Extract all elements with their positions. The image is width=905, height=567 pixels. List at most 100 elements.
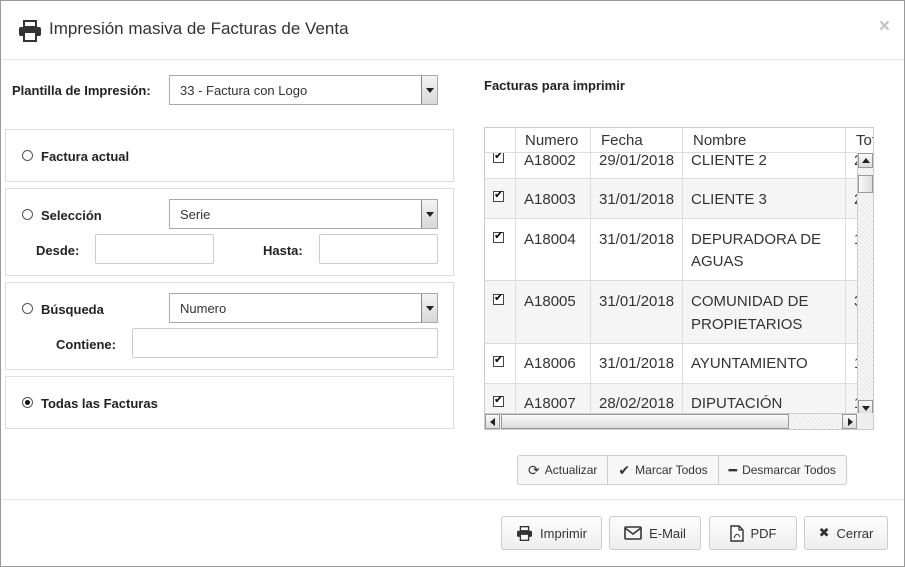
envelope-icon xyxy=(624,526,642,540)
cell-fecha: 31/01/2018 xyxy=(599,191,675,208)
cell-nombre: COMUNIDAD DE xyxy=(691,293,809,310)
plantilla-select[interactable]: 33 - Factura con Logo xyxy=(169,75,438,105)
cell-fecha: 31/01/2018 xyxy=(599,231,675,248)
chevron-down-icon xyxy=(421,294,437,322)
row-checkbox[interactable] xyxy=(493,153,504,163)
cell-nombre: PROPIETARIOS xyxy=(691,316,803,333)
todas-label: Todas las Facturas xyxy=(41,396,158,411)
cerrar-button[interactable]: ✖ Cerrar xyxy=(804,516,888,550)
desmarcar-label: Desmarcar Todos xyxy=(742,463,836,477)
grid-header: Numero Fecha Nombre Tot xyxy=(485,128,873,153)
busqueda-select-value: Numero xyxy=(180,301,227,316)
radio-busqueda[interactable] xyxy=(22,303,33,314)
cell-numero: A18007 xyxy=(524,395,576,412)
hasta-label: Hasta: xyxy=(263,243,303,258)
actualizar-label: Actualizar xyxy=(544,463,598,477)
scrollbar-thumb[interactable] xyxy=(858,175,873,193)
radio-seleccion[interactable] xyxy=(22,209,33,220)
dialog-header: Impresión masiva de Facturas de Venta × xyxy=(1,1,904,60)
cell-fecha: 31/01/2018 xyxy=(599,355,675,372)
scroll-left-button[interactable] xyxy=(485,414,500,429)
close-icon[interactable]: × xyxy=(879,17,890,36)
table-row[interactable]: A18004 31/01/2018 DEPURADORA DE AGUAS 1 xyxy=(485,219,857,281)
vertical-scrollbar[interactable] xyxy=(857,153,873,415)
cell-nombre: AYUNTAMIENTO xyxy=(691,355,808,372)
busqueda-label: Búsqueda xyxy=(41,302,104,317)
header-checkbox-col xyxy=(485,128,516,153)
imprimir-label: Imprimir xyxy=(540,525,587,541)
cell-numero: A18006 xyxy=(524,355,576,372)
cell-numero: A18003 xyxy=(524,191,576,208)
desde-label: Desde: xyxy=(36,243,80,258)
cell-nombre: CLIENTE 3 xyxy=(691,191,767,208)
cell-numero: A18004 xyxy=(524,231,576,248)
cell-nombre: DEPURADORA DE xyxy=(691,231,822,248)
actualizar-button[interactable]: ⟳ Actualizar xyxy=(518,456,609,484)
cell-nombre: DIPUTACIÓN xyxy=(691,395,783,412)
grid-actions: ⟳ Actualizar ✔ Marcar Todos ━ Desmarcar … xyxy=(517,455,847,485)
scroll-up-button[interactable] xyxy=(858,153,873,168)
pdf-file-icon xyxy=(729,524,744,542)
email-button[interactable]: E-Mail xyxy=(609,516,701,550)
scrollbar-thumb[interactable] xyxy=(501,414,789,429)
refresh-icon: ⟳ xyxy=(528,461,540,478)
dialog-title: Impresión masiva de Facturas de Venta xyxy=(49,19,349,38)
cell-nombre: CLIENTE 2 xyxy=(691,153,767,169)
desde-input[interactable] xyxy=(95,234,214,264)
scroll-corner xyxy=(857,413,873,429)
contiene-label: Contiene: xyxy=(56,337,116,352)
desmarcar-todos-button[interactable]: ━ Desmarcar Todos xyxy=(719,456,846,484)
close-icon: ✖ xyxy=(818,525,830,540)
grid-title: Facturas para imprimir xyxy=(484,78,625,93)
facturas-grid: Numero Fecha Nombre Tot A18002 29/01/201… xyxy=(484,127,874,430)
row-checkbox[interactable] xyxy=(493,229,504,243)
row-checkbox[interactable] xyxy=(493,353,504,367)
printer-icon xyxy=(516,525,533,541)
contiene-input[interactable] xyxy=(132,328,438,358)
row-checkbox[interactable] xyxy=(493,291,504,305)
pdf-button[interactable]: PDF xyxy=(709,516,797,550)
marcar-label: Marcar Todos xyxy=(635,463,708,477)
plantilla-value: 33 - Factura con Logo xyxy=(180,83,308,98)
row-checkbox[interactable] xyxy=(493,188,504,202)
plantilla-label: Plantilla de Impresión: xyxy=(12,83,151,98)
pdf-label: PDF xyxy=(750,525,777,541)
factura-actual-label: Factura actual xyxy=(41,149,130,164)
chevron-down-icon xyxy=(421,200,437,228)
row-checkbox[interactable] xyxy=(493,393,504,407)
panel-factura-actual: Factura actual xyxy=(5,129,454,182)
cell-fecha: 31/01/2018 xyxy=(599,293,675,310)
table-row[interactable]: A18005 31/01/2018 COMUNIDAD DE PROPIETAR… xyxy=(485,281,857,344)
header-fecha[interactable]: Fecha xyxy=(591,128,683,153)
grid-body: A18002 29/01/2018 CLIENTE 2 2 A18003 31/… xyxy=(485,153,857,415)
marcar-todos-button[interactable]: ✔ Marcar Todos xyxy=(608,456,719,484)
printer-icon xyxy=(19,20,41,42)
header-nombre[interactable]: Nombre xyxy=(683,128,846,153)
radio-todas[interactable] xyxy=(22,397,33,408)
seleccion-select[interactable]: Serie xyxy=(169,199,438,229)
hasta-input[interactable] xyxy=(319,234,438,264)
seleccion-select-value: Serie xyxy=(180,207,211,222)
chevron-down-icon xyxy=(421,76,437,104)
table-row[interactable]: A18003 31/01/2018 CLIENTE 3 2 xyxy=(485,179,857,219)
header-total[interactable]: Tot xyxy=(846,128,873,153)
horizontal-scrollbar[interactable] xyxy=(485,413,857,429)
cell-nombre: AGUAS xyxy=(691,253,744,270)
busqueda-select[interactable]: Numero xyxy=(169,293,438,323)
seleccion-label: Selección xyxy=(41,208,102,223)
check-icon: ✔ xyxy=(618,461,631,478)
email-label: E-Mail xyxy=(649,525,686,541)
print-dialog: Impresión masiva de Facturas de Venta × … xyxy=(0,0,905,567)
table-row[interactable]: A18002 29/01/2018 CLIENTE 2 2 xyxy=(485,153,857,179)
cerrar-label: Cerrar xyxy=(836,525,874,541)
cell-fecha: 28/02/2018 xyxy=(599,395,675,412)
table-row[interactable]: A18006 31/01/2018 AYUNTAMIENTO 1 xyxy=(485,344,857,384)
cell-numero: A18002 xyxy=(524,153,576,169)
imprimir-button[interactable]: Imprimir xyxy=(501,516,602,550)
scroll-right-button[interactable] xyxy=(842,414,857,429)
radio-factura-actual[interactable] xyxy=(22,150,33,161)
cell-numero: A18005 xyxy=(524,293,576,310)
footer-divider xyxy=(1,499,904,500)
header-numero[interactable]: Numero xyxy=(516,128,591,153)
table-row[interactable]: A18007 28/02/2018 DIPUTACIÓN 1 xyxy=(485,384,857,415)
